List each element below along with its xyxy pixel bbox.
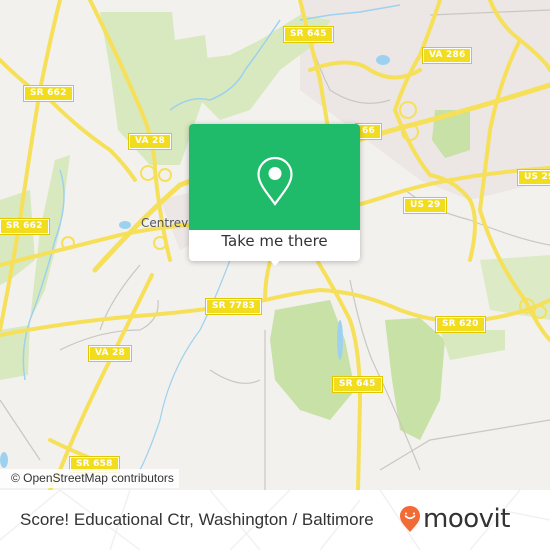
osm-attribution[interactable]: © OpenStreetMap contributors [0,469,179,488]
park-area [440,330,505,360]
pond [337,320,343,360]
pond [119,221,131,229]
road-shield-sr645: SR 645 [283,26,334,43]
park-area [385,318,445,440]
moovit-logo[interactable]: moovit [399,503,510,535]
moovit-wordmark: moovit [423,504,510,534]
road-shield-sr620: SR 620 [435,316,486,333]
location-title: Score! Educational Ctr, Washington / Bal… [20,510,374,529]
pond [0,452,8,468]
map-pin-icon [257,156,293,206]
map-canvas[interactable]: Centrev SR 645 VA 286 SR 662 VA 28 66 US… [0,0,550,490]
place-label-centreville: Centrev [141,216,189,230]
road-shield-sr7783: SR 7783 [205,298,262,315]
footer-bar: Score! Educational Ctr, Washington / Bal… [0,490,550,550]
park-area [270,300,355,420]
pond [376,55,390,65]
road-shield-sr662: SR 662 [0,218,50,235]
popup-header [189,124,360,230]
road-shield-sr645: SR 645 [332,376,383,393]
take-me-there-popup[interactable]: Take me there [189,124,360,266]
road-shield-us29: US 29 [516,169,550,186]
road-shield-us29: US 29 [402,197,448,214]
road-shield-va28: VA 28 [88,345,132,362]
popup-pointer [268,258,282,266]
road-shield-va286: VA 286 [421,47,473,64]
moovit-pin-icon [400,506,420,532]
road-shield-va28: VA 28 [128,133,172,150]
take-me-there-button[interactable]: Take me there [189,232,360,250]
road-shield-sr662: SR 662 [23,85,74,102]
stream [139,259,231,471]
